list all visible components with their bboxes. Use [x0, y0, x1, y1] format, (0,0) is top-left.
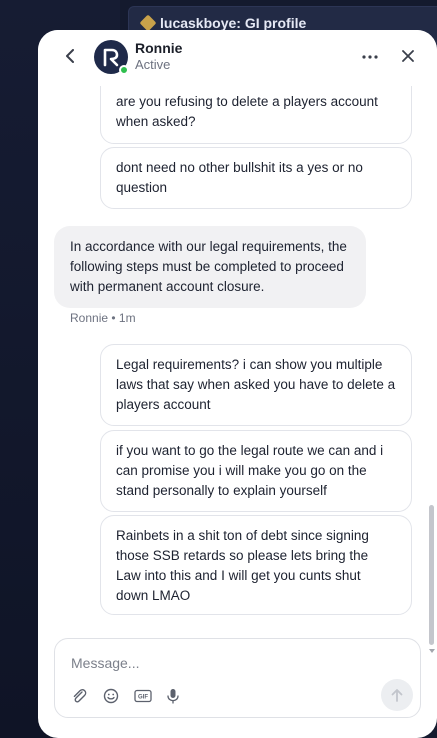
close-button[interactable]: [398, 46, 418, 66]
voice-button[interactable]: [163, 686, 183, 706]
chat-header: Ronnie Active: [38, 30, 437, 86]
gif-icon: GIF: [134, 689, 152, 703]
user-message: Rainbets in a shit ton of debt since sig…: [100, 515, 412, 615]
logo-r-icon: [103, 48, 119, 67]
agent-message-meta: Ronnie • 1m: [70, 311, 136, 325]
scrollbar-thumb[interactable]: [429, 505, 434, 645]
svg-text:GIF: GIF: [138, 695, 148, 701]
agent-message: In accordance with our legal requirement…: [54, 226, 366, 308]
user-message: are you refusing to delete a players acc…: [100, 86, 412, 144]
user-message: dont need no other bullshit its a yes or…: [100, 147, 412, 209]
avatar: [94, 40, 129, 75]
agent-status: Active: [135, 57, 171, 72]
more-horizontal-icon: [362, 55, 378, 59]
message-list: are you refusing to delete a players acc…: [38, 86, 437, 634]
scroll-down-arrow-icon[interactable]: [429, 648, 435, 654]
online-status-dot: [119, 65, 129, 75]
user-message: Legal requirements? i can show you multi…: [100, 344, 412, 426]
background-page-title: lucaskboye: GI profile: [139, 14, 307, 32]
message-input[interactable]: [71, 653, 371, 673]
microphone-icon: [167, 689, 179, 704]
message-composer: GIF: [54, 638, 421, 718]
emoji-icon: [103, 688, 119, 704]
emoji-button[interactable]: [101, 686, 121, 706]
arrow-up-icon: [391, 689, 403, 702]
chat-widget: Ronnie Active are you refusing to delete…: [38, 30, 437, 738]
background-page-title-text: lucaskboye: GI profile: [160, 15, 307, 31]
chevron-left-icon: [66, 49, 74, 63]
gif-button[interactable]: GIF: [133, 686, 153, 706]
agent-name: Ronnie: [135, 40, 183, 56]
back-button[interactable]: [60, 46, 80, 66]
attach-button[interactable]: [69, 686, 89, 706]
more-options-button[interactable]: [360, 47, 380, 67]
paperclip-icon: [73, 689, 87, 703]
user-message: if you want to go the legal route we can…: [100, 430, 412, 512]
close-icon: [402, 50, 414, 62]
send-button[interactable]: [381, 679, 413, 711]
cube-icon: [139, 14, 157, 32]
